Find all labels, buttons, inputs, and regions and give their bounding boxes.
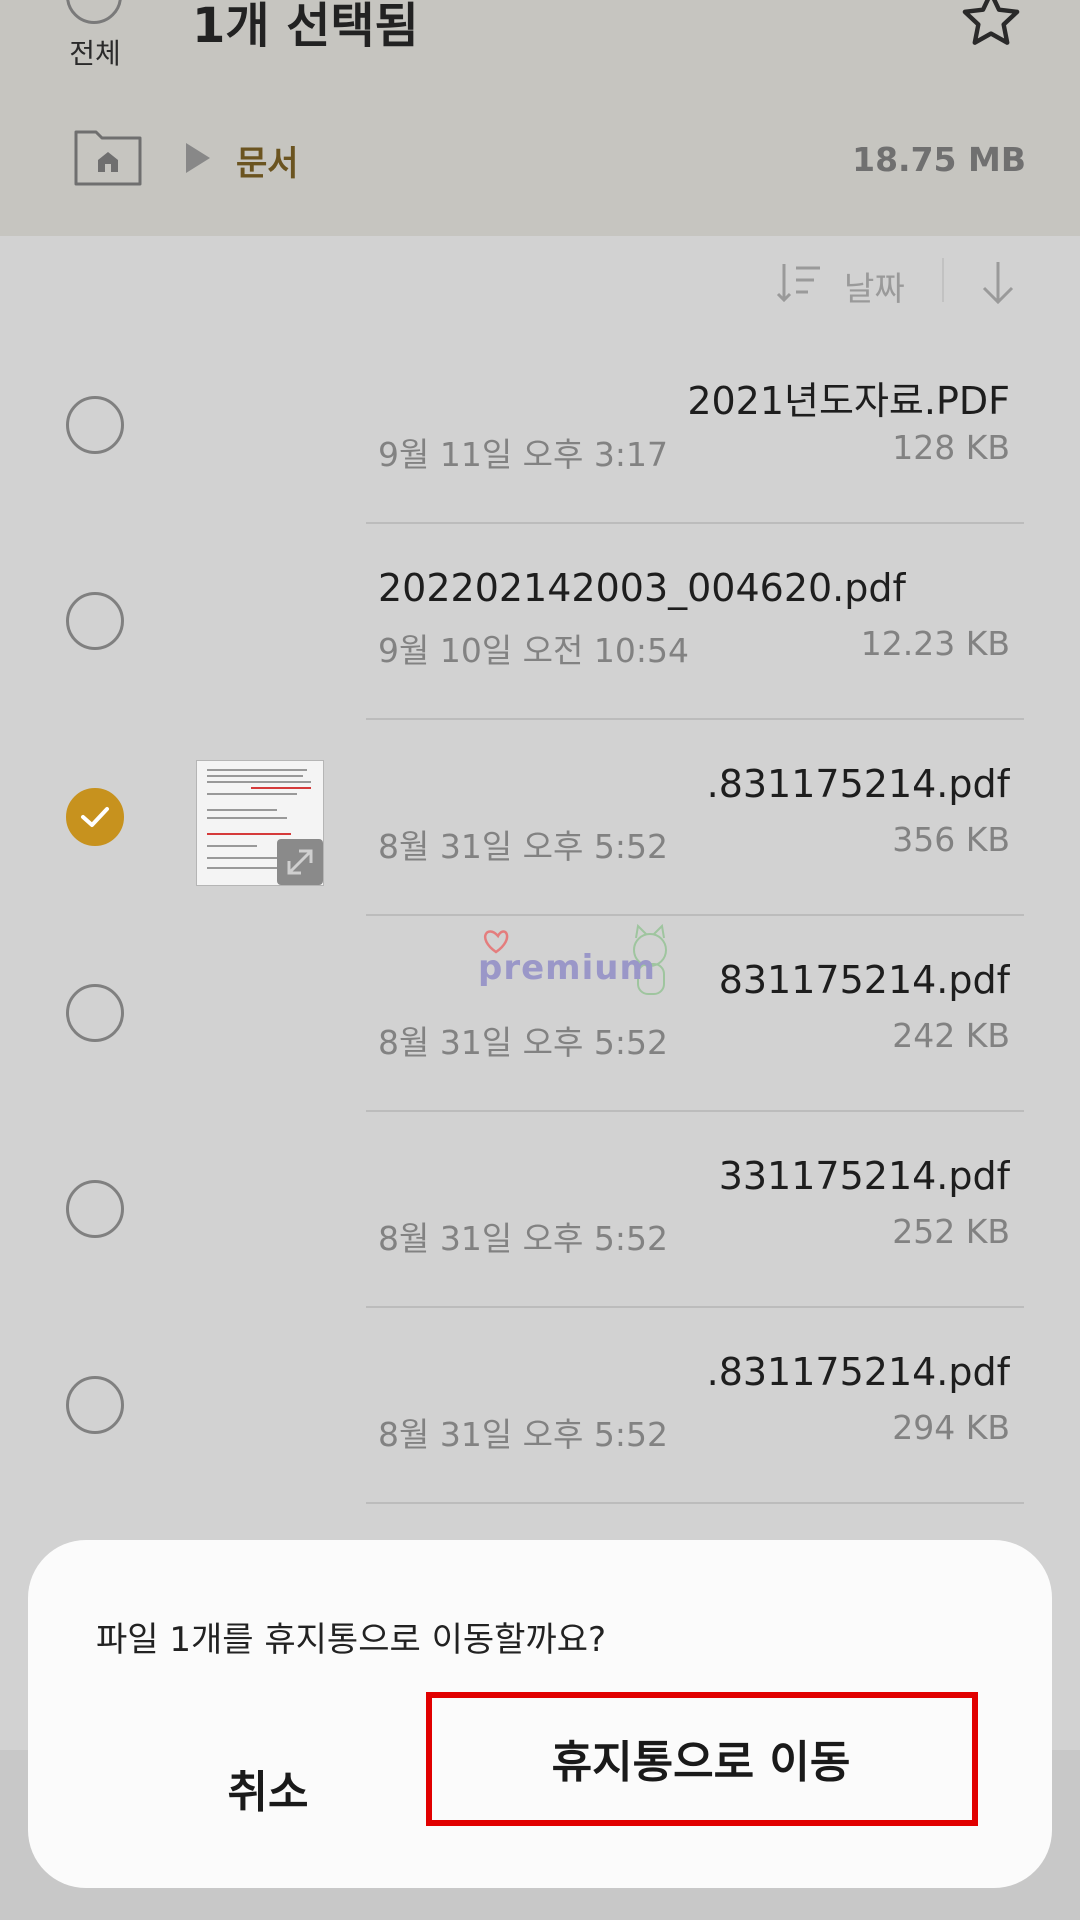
watermark: premium: [478, 908, 678, 998]
file-row[interactable]: 202202142003_004620.pdf 9월 10일 오전 10:54 …: [0, 524, 1080, 720]
storage-size: 18.75 MB: [852, 140, 1026, 179]
page-title: 1개 선택됨: [192, 0, 419, 54]
file-size: 252 KB: [892, 1212, 1010, 1251]
expand-icon[interactable]: [277, 839, 323, 885]
watermark-text: premium: [478, 948, 656, 988]
select-all-checkbox[interactable]: [66, 0, 122, 24]
file-row[interactable]: .831175214.pdf 8월 31일 오후 5:52 356 KB: [0, 720, 1080, 916]
sort-divider: [942, 258, 944, 302]
cancel-button[interactable]: 취소: [128, 1738, 408, 1838]
file-date: 8월 31일 오후 5:52: [378, 1415, 669, 1454]
file-date: 8월 31일 오후 5:52: [378, 1219, 669, 1258]
file-name: 331175214.pdf: [718, 1154, 1010, 1198]
sort-label[interactable]: 날짜: [844, 262, 905, 310]
file-date: 8월 31일 오후 5:52: [378, 827, 669, 866]
file-size: 128 KB: [892, 428, 1010, 467]
file-size: 356 KB: [892, 820, 1010, 859]
row-checkbox[interactable]: [66, 592, 124, 650]
file-row[interactable]: .831175214.pdf 8월 31일 오후 5:52 294 KB: [0, 1308, 1080, 1504]
file-date: 8월 31일 오후 5:52: [378, 1023, 669, 1062]
file-name: 831175214.pdf: [718, 958, 1010, 1002]
select-all-label: 전체: [69, 37, 121, 70]
file-date: 9월 10일 오전 10:54: [378, 631, 689, 670]
arrow-down-icon[interactable]: [976, 258, 1020, 308]
home-icon[interactable]: [72, 128, 144, 188]
star-icon[interactable]: [958, 0, 1024, 52]
file-name: 2021년도자료.PDF: [687, 379, 1010, 423]
file-date: 9월 11일 오후 3:17: [378, 435, 669, 474]
file-size: 242 KB: [892, 1016, 1010, 1055]
highlight-annotation: [426, 1692, 978, 1826]
file-name: .831175214.pdf: [706, 1350, 1010, 1394]
file-size: 12.23 KB: [860, 624, 1010, 663]
app-header: 전체 1개 선택됨 문서 18.75 MB: [0, 0, 1080, 236]
file-size: 294 KB: [892, 1408, 1010, 1447]
file-name: 202202142003_004620.pdf: [378, 566, 906, 610]
row-checkbox[interactable]: [66, 396, 124, 454]
row-checkbox[interactable]: [66, 1180, 124, 1238]
row-checkbox[interactable]: [66, 984, 124, 1042]
sort-icon[interactable]: [776, 258, 824, 306]
dialog-message: 파일 1개를 휴지통으로 이동할까요?: [96, 1620, 607, 1660]
file-name: .831175214.pdf: [706, 762, 1010, 806]
file-thumbnail[interactable]: [196, 760, 324, 886]
check-icon: [81, 807, 109, 827]
row-checkbox[interactable]: [66, 1376, 124, 1434]
breadcrumb-arrow-icon: [186, 143, 210, 173]
row-checkbox-checked[interactable]: [66, 788, 124, 846]
file-row[interactable]: 2021년도자료.PDF 9월 11일 오후 3:17 128 KB: [0, 328, 1080, 524]
row-divider: [366, 1502, 1024, 1504]
file-row[interactable]: 331175214.pdf 8월 31일 오후 5:52 252 KB: [0, 1112, 1080, 1308]
breadcrumb-folder[interactable]: 문서: [236, 136, 299, 185]
